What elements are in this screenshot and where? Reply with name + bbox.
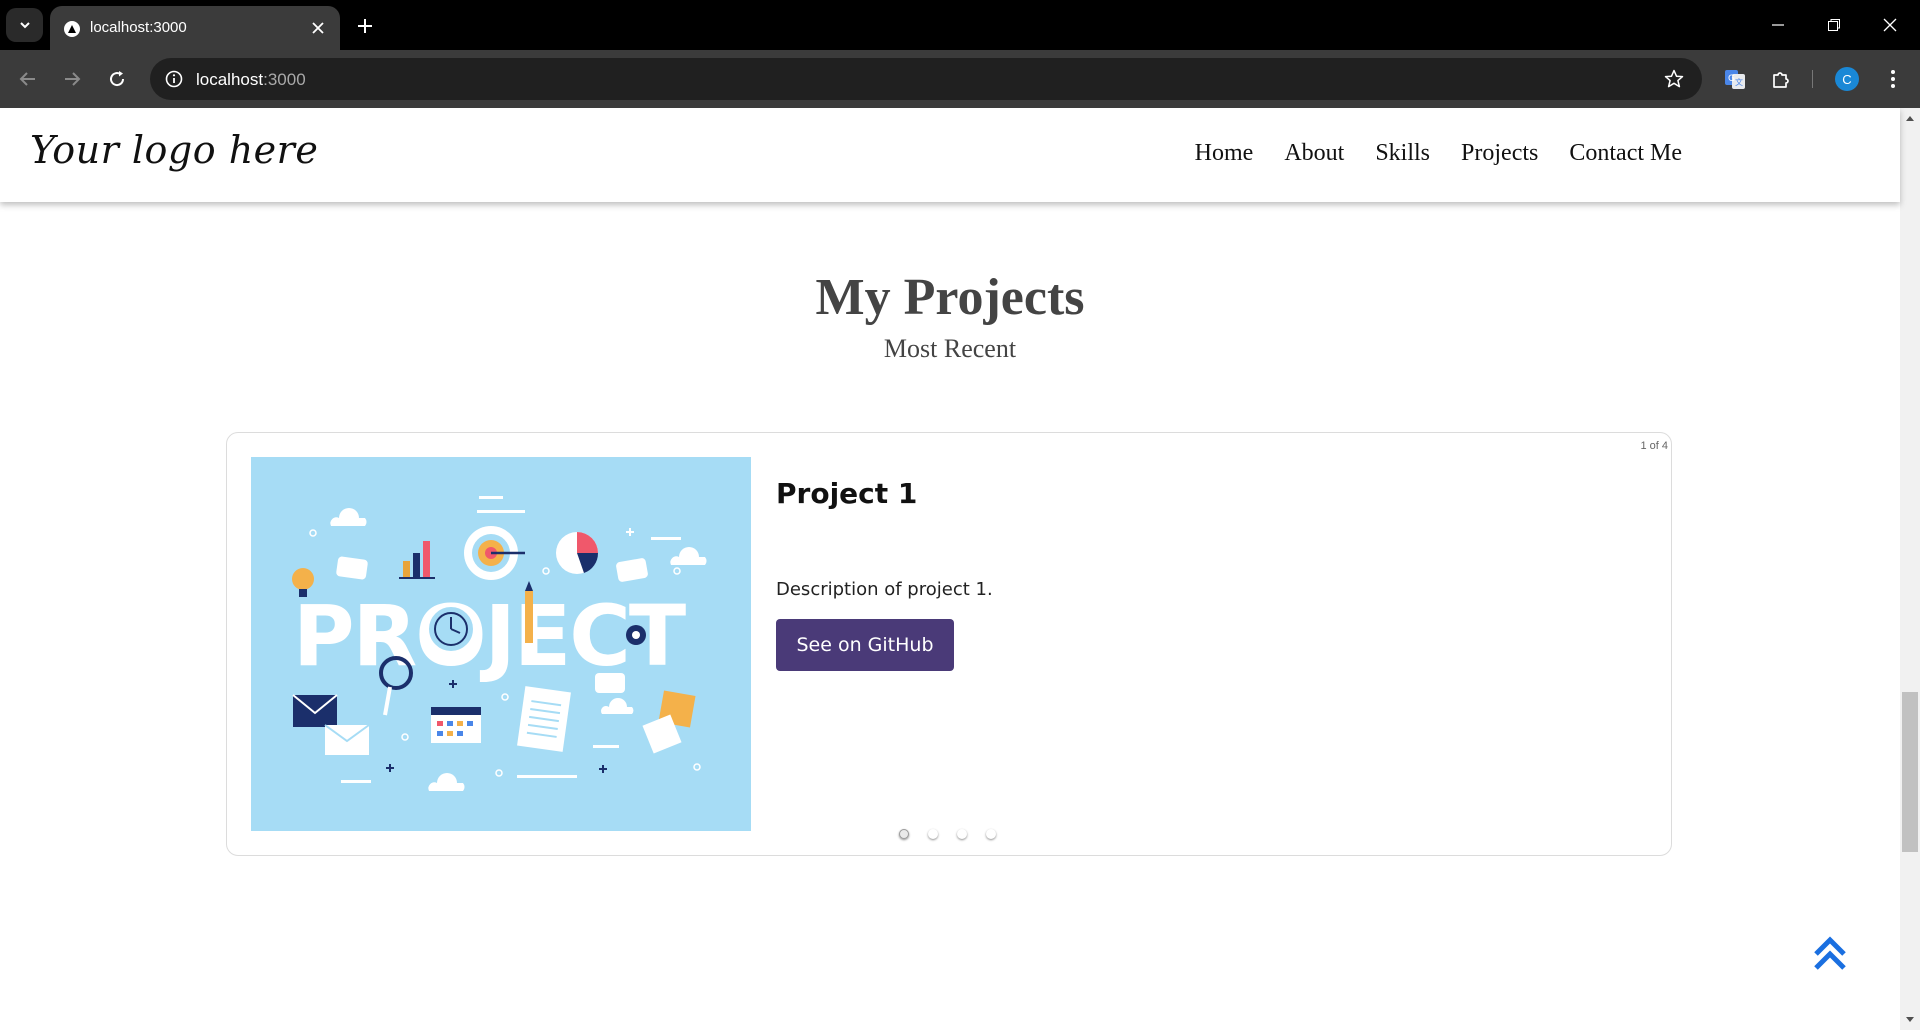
see-on-github-button[interactable]: See on GitHub (776, 619, 954, 671)
scrollbar-thumb[interactable] (1902, 692, 1918, 852)
restore-icon (1828, 19, 1840, 31)
bookmark-button[interactable] (1662, 67, 1686, 91)
page-viewport: Your logo here Home About Skills Project… (0, 108, 1920, 1030)
section-subtitle: Most Recent (883, 334, 1017, 363)
project-illustration: PROJECT (292, 496, 707, 791)
chrome-menu-button[interactable] (1877, 63, 1909, 95)
project-image: PROJECT (251, 457, 751, 831)
toolbar-divider (1812, 70, 1813, 88)
carousel-dot[interactable] (957, 829, 967, 839)
main-nav: Home About Skills Projects Contact Me (1164, 140, 1682, 167)
arrow-right-icon (65, 72, 81, 86)
url-host: localhost (196, 70, 264, 89)
nav-about[interactable]: About (1284, 140, 1344, 167)
project-title: Project 1 (776, 477, 918, 510)
close-window-button[interactable] (1875, 11, 1905, 39)
translate-button[interactable]: G文 (1719, 63, 1751, 95)
restore-button[interactable] (1819, 11, 1849, 39)
reload-button[interactable] (101, 63, 133, 95)
star-icon (1664, 69, 1684, 88)
info-icon (165, 70, 183, 88)
url-port: :3000 (263, 70, 306, 89)
minimize-button[interactable] (1763, 11, 1793, 39)
scroll-up-button[interactable] (1900, 108, 1920, 128)
project-carousel: 1 of 4 PROJECT Project 1 Description of … (226, 432, 1672, 856)
carousel-dot[interactable] (986, 829, 996, 839)
back-to-top-button[interactable] (1806, 928, 1854, 976)
puzzle-icon (1773, 72, 1789, 88)
nav-projects[interactable]: Projects (1461, 140, 1538, 167)
project-description: Description of project 1. (776, 579, 993, 600)
arrow-left-icon (19, 72, 35, 86)
nav-home[interactable]: Home (1195, 140, 1254, 167)
close-icon (1883, 18, 1897, 32)
section-title: My Projects (815, 269, 1085, 326)
tab-close-button[interactable] (308, 18, 328, 38)
carousel-dot[interactable] (899, 829, 909, 839)
svg-text:文: 文 (1735, 77, 1743, 87)
nav-skills[interactable]: Skills (1375, 140, 1430, 167)
page-scrollbar[interactable] (1900, 108, 1920, 1030)
reload-icon (110, 71, 125, 87)
triangle-up-icon (1906, 116, 1914, 121)
carousel-dot[interactable] (928, 829, 938, 839)
scroll-down-button[interactable] (1900, 1010, 1920, 1030)
plus-icon (358, 19, 372, 33)
forward-button[interactable] (56, 63, 88, 95)
tab-title: localhost:3000 (90, 19, 187, 36)
browser-tab[interactable]: localhost:3000 (50, 6, 340, 50)
close-icon (312, 22, 324, 34)
site-logo[interactable]: Your logo here (30, 128, 318, 172)
browser-tab-bar: localhost:3000 (0, 0, 1920, 50)
triangle-icon (64, 21, 80, 37)
profile-avatar[interactable]: C (1835, 67, 1859, 91)
triangle-down-icon (1906, 1017, 1914, 1022)
chevron-down-icon (19, 22, 30, 29)
double-chevron-up-icon (1814, 936, 1846, 970)
extensions-button[interactable] (1765, 63, 1797, 95)
svg-text:G: G (1728, 74, 1735, 84)
nav-contact[interactable]: Contact Me (1569, 140, 1682, 167)
translate-icon: G文 (1725, 70, 1745, 89)
url-text: localhost:3000 (196, 70, 306, 90)
kebab-menu-icon (1891, 70, 1895, 88)
address-bar[interactable]: localhost:3000 (150, 58, 1702, 100)
carousel-dots (899, 829, 996, 839)
slide-counter: 1 of 4 (1640, 440, 1668, 452)
browser-toolbar: localhost:3000 G文 (0, 50, 1920, 108)
new-tab-button[interactable] (352, 13, 378, 39)
site-info-button[interactable] (160, 65, 188, 93)
back-button[interactable] (12, 63, 44, 95)
minimize-icon (1772, 24, 1784, 26)
tab-search-button[interactable] (6, 8, 43, 42)
site-header: Your logo here Home About Skills Project… (0, 108, 1900, 202)
